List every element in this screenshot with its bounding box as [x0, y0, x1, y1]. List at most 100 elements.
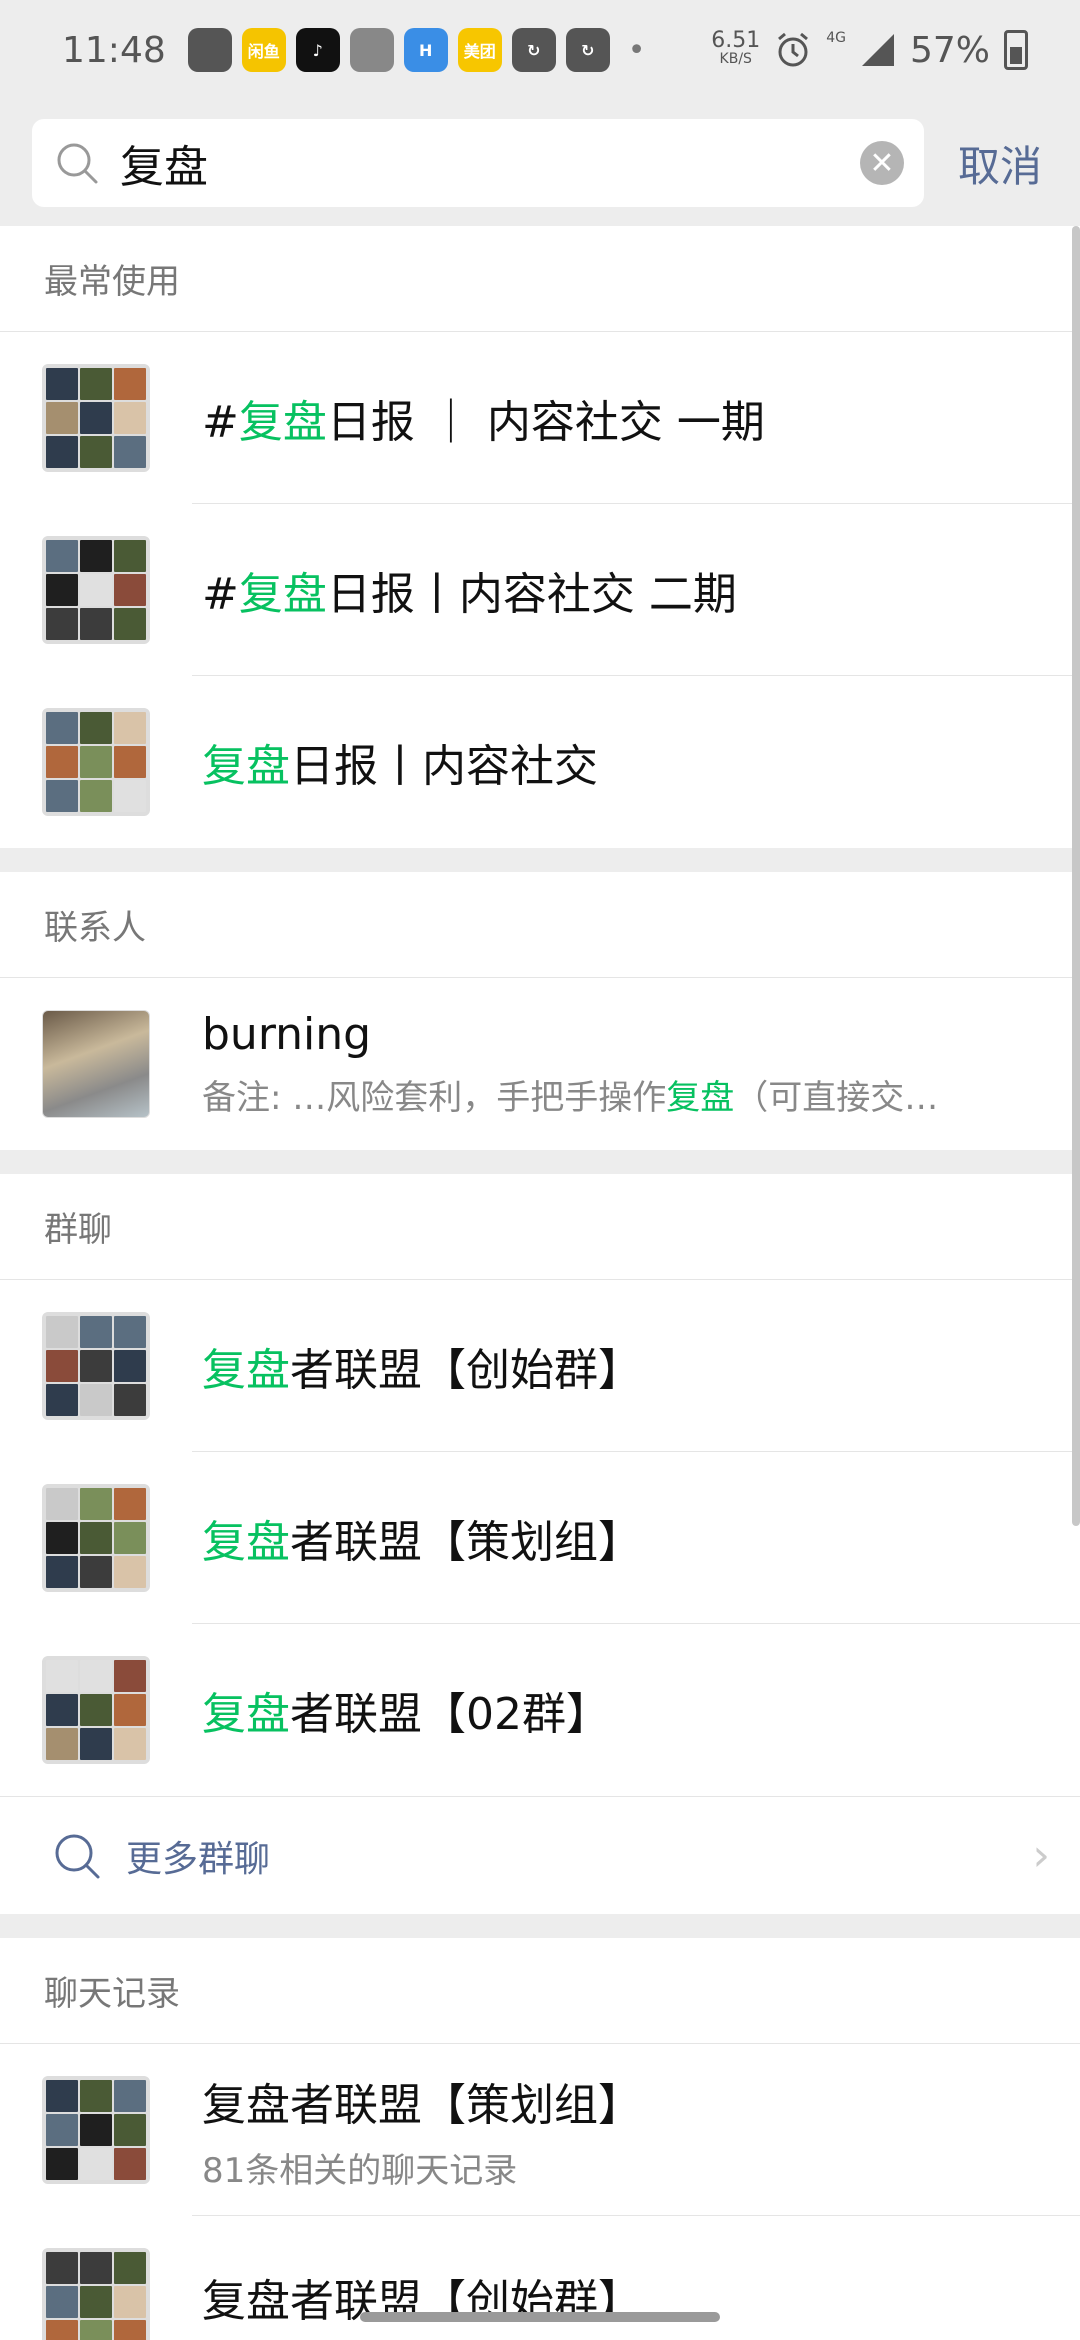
section-groups: 群聊 复盘者联盟【创始群】 复盘者联盟【策划组】 复盘者联盟【02群】 更多群聊…	[0, 1174, 1080, 1914]
avatar-tile	[114, 368, 146, 400]
avatar-tile	[46, 1694, 78, 1726]
avatar-tile	[46, 574, 78, 606]
contact-item[interactable]: burning 备注: …风险套利，手把手操作复盘（可直接交…	[0, 978, 1080, 1150]
avatar-tile	[46, 2080, 78, 2112]
avatar-tile	[114, 402, 146, 434]
section-title: 联系人	[0, 872, 1080, 978]
avatar-tile	[114, 2114, 146, 2146]
net-speed-value: 6.51	[711, 28, 761, 53]
refresh-app-2-icon: ↻	[565, 28, 610, 72]
avatar-tile	[114, 1556, 146, 1588]
item-title: 复盘日报丨内容社交	[202, 730, 1080, 794]
refresh-app-icon: ↻	[511, 28, 556, 72]
remark-highlight: 复盘	[666, 1078, 735, 1118]
remark-prefix: 备注: …风险套利，手把手操作	[202, 1078, 667, 1118]
avatar-tile	[114, 608, 146, 640]
avatar-tile	[114, 780, 146, 812]
avatar-tile	[114, 746, 146, 778]
title-rest: 日报丨内容社交	[290, 741, 598, 792]
avatar-tile	[114, 712, 146, 744]
search-input[interactable]	[120, 137, 860, 189]
avatar-tile	[80, 2320, 112, 2340]
title-prefix: #	[202, 569, 239, 620]
list-item[interactable]: 复盘日报丨内容社交	[0, 676, 1080, 848]
title-highlight: 复盘	[202, 1517, 290, 1568]
remark-rest: （可直接交…	[734, 1078, 939, 1118]
title-highlight: 复盘	[238, 569, 327, 620]
clear-icon[interactable]: ✕	[860, 141, 904, 185]
contact-remark: 备注: …风险套利，手把手操作复盘（可直接交…	[202, 1070, 1062, 1119]
avatar-tile	[80, 368, 112, 400]
avatar-tile	[46, 1350, 78, 1382]
search-icon	[55, 1834, 100, 1878]
avatar-tile	[80, 1728, 112, 1760]
item-title: 复盘者联盟【策划组】	[202, 2079, 642, 2131]
notification-icons: 闲鱼 ♪ H 美团 ↻ ↻	[187, 28, 610, 72]
avatar-tile	[114, 2286, 146, 2318]
avatar-tile	[46, 712, 78, 744]
section-contacts: 联系人 burning 备注: …风险套利，手把手操作复盘（可直接交…	[0, 872, 1080, 1150]
scrollbar[interactable]	[1072, 226, 1080, 1526]
avatar-tile	[80, 402, 112, 434]
avatar-tile	[80, 1660, 112, 1692]
title-rest: 者联盟【创始群】	[290, 1345, 642, 1396]
item-title: 复盘者联盟【创始群】	[202, 1334, 1080, 1398]
row-text: #复盘日报 ｜ 内容社交 一期	[202, 386, 1080, 450]
item-subtitle: 81条相关的聊天记录	[202, 2150, 518, 2191]
section-title: 最常使用	[0, 226, 1080, 332]
home-indicator[interactable]	[360, 2312, 720, 2322]
more-groups-button[interactable]: 更多群聊 ›	[0, 1796, 1080, 1914]
status-right: 6.51 KB/S 4G 57%	[711, 30, 1028, 71]
avatar-tile	[80, 540, 112, 572]
chat-record-item[interactable]: 复盘者联盟【策划组】 81条相关的聊天记录	[0, 2044, 1080, 2216]
row-text: 复盘者联盟【策划组】	[202, 1506, 1080, 1570]
avatar-tile	[46, 1660, 78, 1692]
avatar-tile	[46, 2252, 78, 2284]
title-highlight: 复盘	[202, 1689, 290, 1740]
row-text: 复盘日报丨内容社交	[202, 730, 1080, 794]
avatar-tile	[80, 780, 112, 812]
avatar-tile	[46, 436, 78, 468]
search-results[interactable]: 最常使用 #复盘日报 ｜ 内容社交 一期 #复盘日报丨内容社交 二期 复盘日报丨…	[0, 226, 1080, 2340]
avatar-tile	[114, 574, 146, 606]
avatar-tile	[46, 368, 78, 400]
group-avatar	[42, 536, 150, 644]
row-text: 复盘者联盟【02群】	[202, 1678, 1080, 1742]
item-title: #复盘日报 ｜ 内容社交 一期	[202, 386, 1080, 450]
avatar-tile	[46, 2114, 78, 2146]
dot-icon: •	[627, 32, 646, 68]
avatar-tile	[46, 608, 78, 640]
group-item[interactable]: 复盘者联盟【策划组】	[0, 1452, 1080, 1624]
avatar-tile	[80, 2252, 112, 2284]
avatar-tile	[80, 1522, 112, 1554]
list-item[interactable]: #复盘日报丨内容社交 二期	[0, 504, 1080, 676]
avatar-tile	[80, 608, 112, 640]
title-highlight: 复盘	[202, 1345, 290, 1396]
avatar-tile	[46, 2286, 78, 2318]
avatar-tile	[46, 402, 78, 434]
avatar-tile	[114, 2080, 146, 2112]
row-text: 复盘者联盟【创始群】	[202, 2265, 1080, 2339]
avatar-tile	[80, 712, 112, 744]
avatar-tile	[114, 2252, 146, 2284]
section-title: 群聊	[0, 1174, 1080, 1280]
group-item[interactable]: 复盘者联盟【02群】	[0, 1624, 1080, 1796]
avatar-tile	[114, 1728, 146, 1760]
search-box[interactable]: ✕	[32, 119, 924, 207]
item-title: 复盘者联盟【02群】	[202, 1678, 1080, 1742]
document-icon	[349, 28, 394, 72]
avatar-tile	[80, 2148, 112, 2180]
avatar-tile	[46, 1316, 78, 1348]
title-prefix: #	[202, 397, 239, 448]
title-rest: 者联盟【02群】	[290, 1689, 610, 1740]
group-item[interactable]: 复盘者联盟【创始群】	[0, 1280, 1080, 1452]
title-rest: 日报 ｜ 内容社交 一期	[326, 397, 765, 448]
search-header: ✕ 取消	[0, 100, 1080, 226]
avatar-tile	[46, 1556, 78, 1588]
title-rest: 日报丨内容社交 二期	[326, 569, 737, 620]
list-item[interactable]: #复盘日报 ｜ 内容社交 一期	[0, 332, 1080, 504]
avatar-tile	[80, 1316, 112, 1348]
avatar-tile	[46, 1728, 78, 1760]
cancel-button[interactable]: 取消	[958, 133, 1042, 194]
group-avatar	[42, 1484, 150, 1592]
